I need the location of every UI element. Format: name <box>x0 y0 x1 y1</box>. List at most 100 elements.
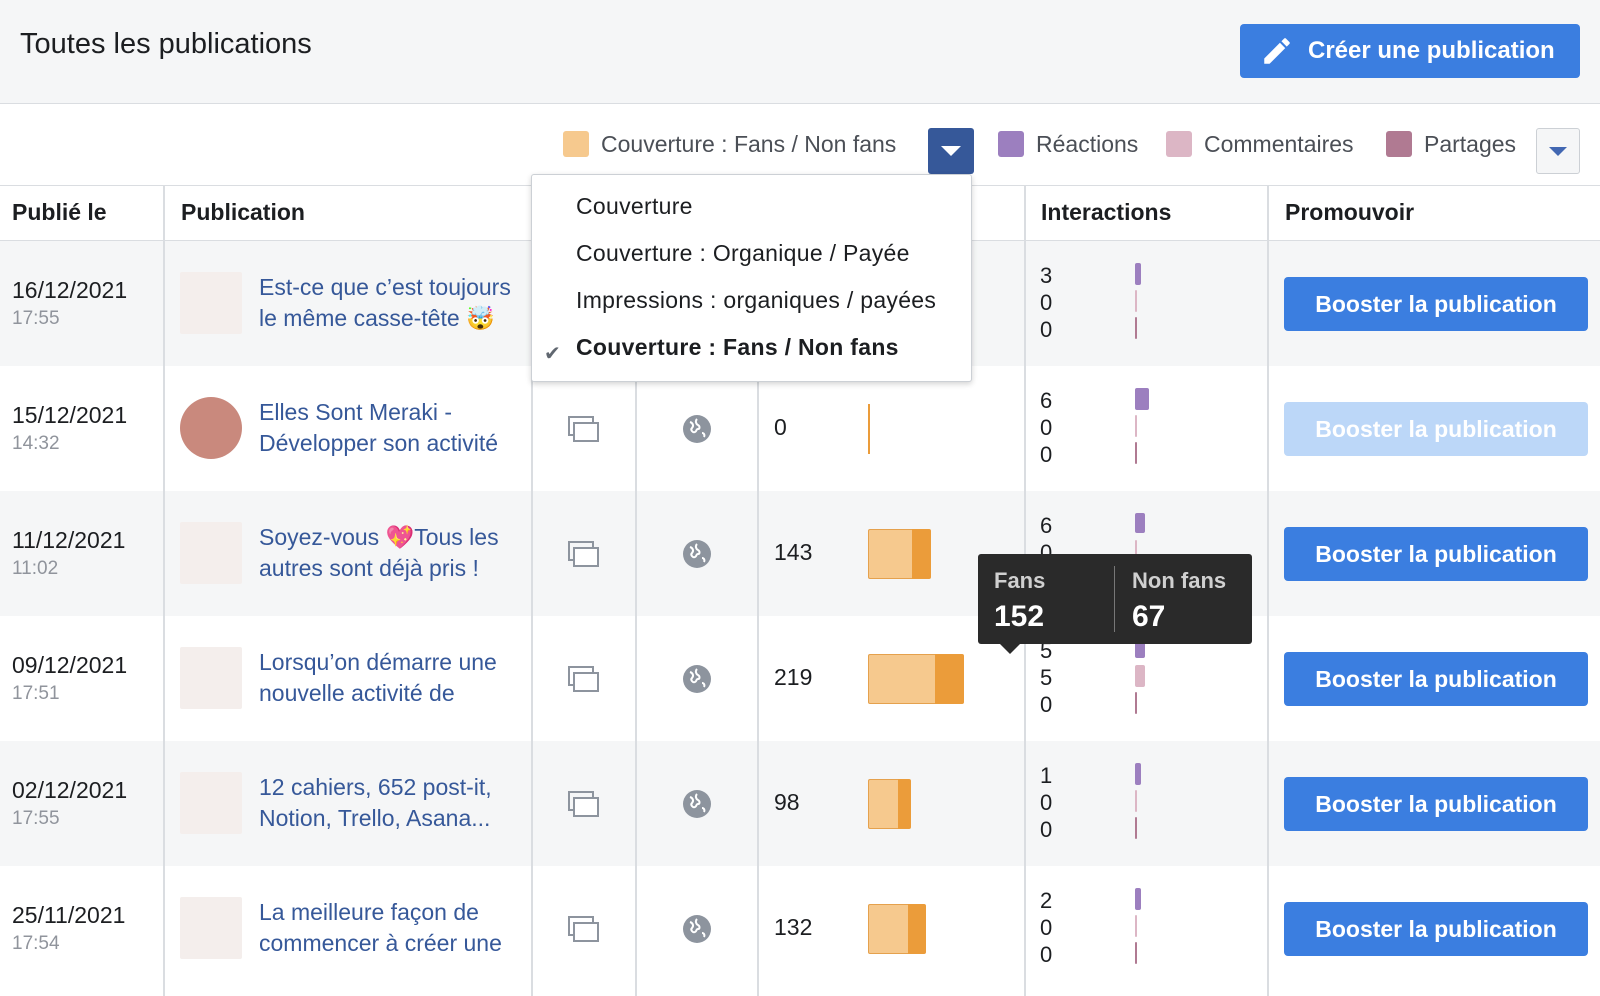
interaction-bar[interactable] <box>1135 763 1141 785</box>
col-promote: Promouvoir <box>1285 199 1415 225</box>
interaction-bar[interactable] <box>1135 290 1137 312</box>
interaction-count: 0 <box>1040 790 1053 815</box>
column-divider <box>163 186 165 996</box>
shares-swatch <box>1386 131 1412 157</box>
interaction-count: 0 <box>1040 290 1053 315</box>
interaction-bar[interactable] <box>1135 388 1149 410</box>
publish-date: 25/11/2021 <box>12 902 126 928</box>
interaction-bar[interactable] <box>1135 513 1145 533</box>
create-publication-button[interactable]: Créer une publication <box>1240 24 1580 78</box>
checkmark-icon: ✔ <box>544 343 561 365</box>
boost-button[interactable]: Booster la publication <box>1284 777 1588 831</box>
interactions-dropdown-button[interactable] <box>1536 128 1580 174</box>
reach-value: 219 <box>774 664 813 690</box>
publish-date: 02/12/2021 <box>12 777 128 803</box>
publish-date: 09/12/2021 <box>12 652 128 678</box>
interaction-count: 0 <box>1040 915 1053 940</box>
boost-button[interactable]: Booster la publication <box>1284 902 1588 956</box>
tooltip-separator <box>1114 566 1115 632</box>
menu-item-couverture-organique-payee[interactable]: Couverture : Organique / Payée <box>576 240 910 267</box>
interaction-bar[interactable] <box>1135 263 1141 285</box>
interaction-bar[interactable] <box>1135 415 1137 437</box>
reactions-swatch <box>998 131 1024 157</box>
interaction-count: 0 <box>1040 692 1053 717</box>
publication-link[interactable]: Elles Sont Meraki - Développer son activ… <box>259 397 529 459</box>
fans-bar[interactable] <box>868 654 935 704</box>
post-type-icon <box>568 666 600 692</box>
interaction-bar[interactable] <box>1135 790 1137 812</box>
globe-icon <box>682 789 712 819</box>
publish-time: 17:55 <box>12 308 60 329</box>
post-type-icon <box>568 916 600 942</box>
nonfans-bar[interactable] <box>912 529 931 579</box>
fans-bar[interactable] <box>868 529 912 579</box>
post-type-icon <box>568 416 600 442</box>
nonfans-bar[interactable] <box>908 904 926 954</box>
fans-bar[interactable] <box>868 779 898 829</box>
menu-item-couverture-fans-nonfans[interactable]: Couverture : Fans / Non fans <box>576 334 899 361</box>
reach-value: 143 <box>774 539 813 565</box>
interaction-count: 0 <box>1040 817 1053 842</box>
tooltip-fans-value: 152 <box>994 600 1045 633</box>
publish-time: 14:32 <box>12 433 60 454</box>
post-thumbnail[interactable] <box>180 897 242 959</box>
post-thumbnail[interactable] <box>180 647 242 709</box>
menu-item-couverture[interactable]: Couverture <box>576 193 693 220</box>
publish-time: 11:02 <box>12 558 59 579</box>
chevron-down-icon <box>941 146 961 156</box>
table-row: 02/12/2021 17:55 12 cahiers, 652 post-it, … <box>0 741 1600 866</box>
interaction-bar[interactable] <box>1135 915 1137 937</box>
legend-metric: Couverture : Fans / Non fans <box>563 126 896 162</box>
col-interactions[interactable]: Interactions <box>1041 199 1171 226</box>
top-bar: Toutes les publications Créer une public… <box>0 0 1600 104</box>
col-published[interactable]: Publié le <box>12 199 107 226</box>
boost-button[interactable]: Booster la publication <box>1284 527 1588 581</box>
nonfans-bar[interactable] <box>935 654 964 704</box>
post-thumbnail[interactable] <box>180 772 242 834</box>
interaction-count: 6 <box>1040 388 1053 413</box>
publication-link[interactable]: Lorsqu’on démarre une nouvelle activité … <box>259 647 529 709</box>
interaction-bar[interactable] <box>1135 665 1145 687</box>
menu-item-impressions-organiques-payees[interactable]: Impressions : organiques / payées <box>576 287 936 314</box>
publication-link[interactable]: 12 cahiers, 652 post-it, Notion, Trello,… <box>259 772 529 834</box>
metric-dropdown-button[interactable] <box>928 128 974 174</box>
globe-icon <box>682 539 712 569</box>
interaction-count: 0 <box>1040 415 1053 440</box>
table-row: 11/12/2021 11:02 Soyez-vous 💖Tous les autr… <box>0 491 1600 616</box>
interaction-bar[interactable] <box>1135 888 1141 910</box>
comments-swatch <box>1166 131 1192 157</box>
nonfans-bar[interactable] <box>898 779 911 829</box>
publication-link[interactable]: Soyez-vous 💖Tous les autres sont déjà pr… <box>259 522 529 584</box>
boost-button[interactable]: Booster la publication <box>1284 652 1588 706</box>
interaction-bar[interactable] <box>1135 942 1137 964</box>
publish-time: 17:55 <box>12 808 60 829</box>
post-thumbnail[interactable] <box>180 272 242 334</box>
chevron-down-icon <box>1549 146 1567 156</box>
interaction-bar[interactable] <box>1135 692 1137 714</box>
interaction-bar[interactable] <box>1135 442 1137 464</box>
boost-button[interactable]: Booster la publication <box>1284 277 1588 331</box>
interaction-count: 0 <box>1040 317 1053 342</box>
fans-bar[interactable] <box>868 904 908 954</box>
legend-shares-label: Partages <box>1424 130 1517 157</box>
col-publication[interactable]: Publication <box>181 199 305 226</box>
page-title: Toutes les publications <box>20 28 312 60</box>
post-thumbnail[interactable] <box>180 522 242 584</box>
interaction-bar[interactable] <box>1135 317 1137 339</box>
column-divider <box>1267 186 1269 996</box>
interaction-count: 6 <box>1040 513 1053 538</box>
publication-link[interactable]: Est-ce que c’est toujours le même casse-… <box>259 272 529 334</box>
legend-comments-label: Commentaires <box>1204 130 1354 157</box>
interaction-bar[interactable] <box>1135 817 1137 839</box>
publish-time: 17:54 <box>12 933 60 954</box>
boost-button[interactable]: Booster la publication <box>1284 402 1588 456</box>
create-publication-label: Créer une publication <box>1308 37 1555 64</box>
legend-metric-label: Couverture : Fans / Non fans <box>601 130 897 157</box>
reach-zero-bar <box>868 404 870 454</box>
publication-link[interactable]: La meilleure façon de commencer à créer … <box>259 897 529 959</box>
table-row: 25/11/2021 17:54 La meilleure façon de com… <box>0 866 1600 991</box>
reach-value: 98 <box>774 789 800 815</box>
post-thumbnail[interactable] <box>180 397 242 459</box>
metric-dropdown-menu: Couverture Couverture : Organique / Payé… <box>531 174 972 382</box>
fans-swatch <box>563 131 589 157</box>
